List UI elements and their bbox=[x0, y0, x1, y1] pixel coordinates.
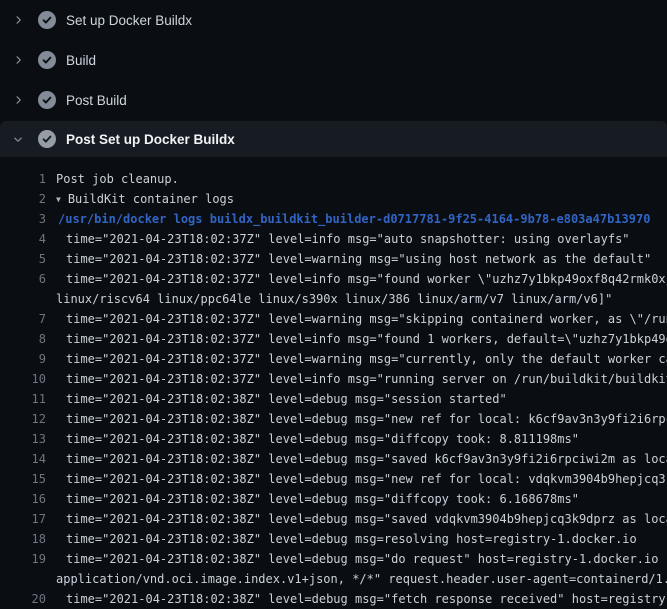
step-header-set-up-docker-buildx[interactable]: Set up Docker Buildx bbox=[0, 0, 667, 40]
log-line-text: time="2021-04-23T18:02:38Z" level=debug … bbox=[66, 429, 579, 449]
log-line-text: time="2021-04-23T18:02:38Z" level=debug … bbox=[66, 409, 667, 429]
log-line: 17 time="2021-04-23T18:02:38Z" level=deb… bbox=[0, 509, 667, 529]
step-header-post-set-up-docker-buildx[interactable]: Post Set up Docker Buildx bbox=[0, 121, 667, 157]
log-line-text: time="2021-04-23T18:02:37Z" level=warnin… bbox=[66, 249, 651, 269]
line-number-link[interactable]: 6 bbox=[0, 269, 46, 289]
line-number-link[interactable]: 16 bbox=[0, 489, 46, 509]
log-line-text: time="2021-04-23T18:02:37Z" level=warnin… bbox=[66, 349, 667, 369]
log-line-text: time="2021-04-23T18:02:37Z" level=warnin… bbox=[66, 309, 667, 329]
log-line-text: time="2021-04-23T18:02:37Z" level=info m… bbox=[66, 329, 667, 349]
log-line: 10 time="2021-04-23T18:02:37Z" level=inf… bbox=[0, 369, 667, 389]
log-line: 7 time="2021-04-23T18:02:37Z" level=warn… bbox=[0, 309, 667, 329]
log-line: 3 /usr/bin/docker logs buildx_buildkit_b… bbox=[0, 209, 667, 229]
log-line: 13 time="2021-04-23T18:02:38Z" level=deb… bbox=[0, 429, 667, 449]
line-number-link[interactable]: 14 bbox=[0, 449, 46, 469]
chevron-down-icon bbox=[12, 133, 24, 145]
log-line: 1 Post job cleanup. bbox=[0, 169, 667, 189]
line-number-link[interactable]: 7 bbox=[0, 309, 46, 329]
log-line: 11 time="2021-04-23T18:02:38Z" level=deb… bbox=[0, 389, 667, 409]
log-line: 15 time="2021-04-23T18:02:38Z" level=deb… bbox=[0, 469, 667, 489]
log-line-text: linux/riscv64 linux/ppc64le linux/s390x … bbox=[56, 289, 612, 309]
chevron-right-icon bbox=[12, 54, 24, 66]
step-title: Build bbox=[66, 53, 96, 68]
line-number-link[interactable]: 5 bbox=[0, 249, 46, 269]
log-line-text: time="2021-04-23T18:02:37Z" level=info m… bbox=[66, 369, 667, 389]
log-line-wrap: application/vnd.oci.image.index.v1+json,… bbox=[0, 569, 667, 589]
log-line-text: time="2021-04-23T18:02:38Z" level=debug … bbox=[66, 509, 667, 529]
log-panel: 1 Post job cleanup. 2 ▼ BuildKit containe… bbox=[0, 157, 667, 609]
check-circle-icon bbox=[38, 11, 56, 29]
chevron-right-icon bbox=[12, 14, 24, 26]
line-number-link[interactable]: 17 bbox=[0, 509, 46, 529]
log-line-text: Post job cleanup. bbox=[56, 169, 179, 189]
log-line: 5 time="2021-04-23T18:02:37Z" level=warn… bbox=[0, 249, 667, 269]
log-line: 20 time="2021-04-23T18:02:38Z" level=deb… bbox=[0, 589, 667, 609]
line-number-link[interactable]: 3 bbox=[0, 209, 46, 229]
line-number-link bbox=[0, 569, 46, 589]
check-circle-icon bbox=[38, 91, 56, 109]
log-line-text: application/vnd.oci.image.index.v1+json,… bbox=[56, 569, 667, 589]
step-header-post-build[interactable]: Post Build bbox=[0, 80, 667, 120]
log-line-text: time="2021-04-23T18:02:38Z" level=debug … bbox=[66, 389, 507, 409]
log-line: 12 time="2021-04-23T18:02:38Z" level=deb… bbox=[0, 409, 667, 429]
line-number-link[interactable]: 9 bbox=[0, 349, 46, 369]
line-number-link[interactable]: 15 bbox=[0, 469, 46, 489]
line-number-link[interactable]: 11 bbox=[0, 389, 46, 409]
line-number-link[interactable]: 19 bbox=[0, 549, 46, 569]
log-command-text: /usr/bin/docker logs buildx_buildkit_bui… bbox=[58, 209, 650, 229]
log-line-text: time="2021-04-23T18:02:38Z" level=debug … bbox=[66, 449, 667, 469]
log-line: 4 time="2021-04-23T18:02:37Z" level=info… bbox=[0, 229, 667, 249]
log-line: 18 time="2021-04-23T18:02:38Z" level=deb… bbox=[0, 529, 667, 549]
line-number-link bbox=[0, 289, 46, 309]
line-number-link[interactable]: 8 bbox=[0, 329, 46, 349]
line-number-link[interactable]: 1 bbox=[0, 169, 46, 189]
log-line-text: time="2021-04-23T18:02:38Z" level=debug … bbox=[66, 589, 667, 609]
log-line: 2 ▼ BuildKit container logs bbox=[0, 189, 667, 209]
chevron-right-icon bbox=[12, 94, 24, 106]
log-line-text: time="2021-04-23T18:02:37Z" level=info m… bbox=[66, 269, 667, 289]
line-number-link[interactable]: 12 bbox=[0, 409, 46, 429]
log-line: 6 time="2021-04-23T18:02:37Z" level=info… bbox=[0, 269, 667, 289]
log-line-text: time="2021-04-23T18:02:37Z" level=info m… bbox=[66, 229, 630, 249]
step-title: Post Set up Docker Buildx bbox=[66, 132, 235, 147]
line-number-link[interactable]: 13 bbox=[0, 429, 46, 449]
line-number-link[interactable]: 20 bbox=[0, 589, 46, 609]
collapse-triangle-icon: ▼ bbox=[56, 190, 61, 209]
check-circle-icon bbox=[38, 130, 56, 148]
line-number-link[interactable]: 10 bbox=[0, 369, 46, 389]
check-circle-icon bbox=[38, 51, 56, 69]
log-line-wrap: linux/riscv64 linux/ppc64le linux/s390x … bbox=[0, 289, 667, 309]
log-line-text: time="2021-04-23T18:02:38Z" level=debug … bbox=[66, 469, 667, 489]
steps-list: Set up Docker Buildx Build Post Build Po… bbox=[0, 0, 667, 157]
log-group-toggle[interactable]: ▼ BuildKit container logs bbox=[56, 189, 234, 209]
line-number-link[interactable]: 2 bbox=[0, 189, 46, 209]
log-line: 19 time="2021-04-23T18:02:38Z" level=deb… bbox=[0, 549, 667, 569]
step-title: Set up Docker Buildx bbox=[66, 13, 192, 28]
line-number-link[interactable]: 4 bbox=[0, 229, 46, 249]
log-line: 16 time="2021-04-23T18:02:38Z" level=deb… bbox=[0, 489, 667, 509]
log-line-text: time="2021-04-23T18:02:38Z" level=debug … bbox=[66, 549, 667, 569]
step-header-build[interactable]: Build bbox=[0, 40, 667, 80]
log-line-text: time="2021-04-23T18:02:38Z" level=debug … bbox=[66, 489, 579, 509]
line-number-link[interactable]: 18 bbox=[0, 529, 46, 549]
log-line-text: time="2021-04-23T18:02:38Z" level=debug … bbox=[66, 529, 637, 549]
step-title: Post Build bbox=[66, 93, 127, 108]
log-group-title: BuildKit container logs bbox=[68, 192, 234, 206]
log-line: 8 time="2021-04-23T18:02:37Z" level=info… bbox=[0, 329, 667, 349]
log-line: 9 time="2021-04-23T18:02:37Z" level=warn… bbox=[0, 349, 667, 369]
log-line: 14 time="2021-04-23T18:02:38Z" level=deb… bbox=[0, 449, 667, 469]
